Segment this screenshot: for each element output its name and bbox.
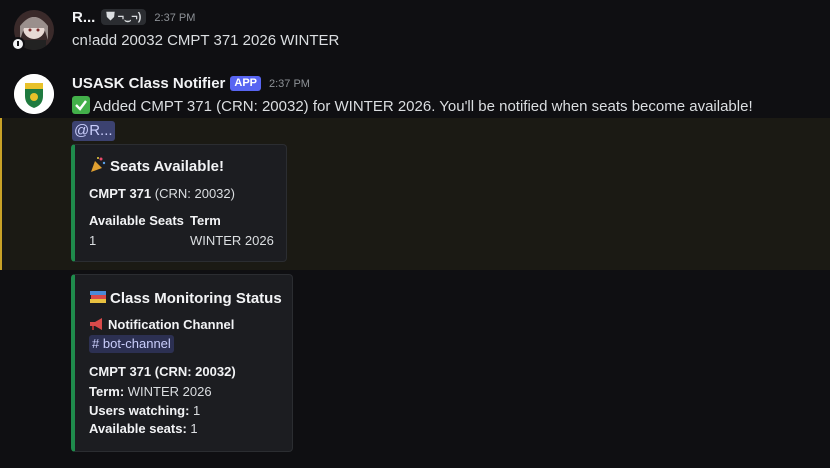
field-name-notification-channel: Notification Channel: [89, 316, 234, 332]
course-crn: (CRN: 20032): [154, 186, 235, 201]
status-seats-line: Available seats: 1: [89, 421, 198, 436]
hash-icon: #: [92, 336, 100, 351]
status-term-line: Term: WINTER 2026: [89, 384, 212, 399]
course-code: CMPT 371: [89, 186, 152, 201]
embed-title-text: Class Monitoring Status: [110, 290, 282, 307]
embed-title-text: Seats Available!: [110, 158, 224, 175]
term-label: Term:: [89, 384, 125, 399]
embed-course: CMPT 371 (CRN: 20032): [89, 186, 235, 201]
username[interactable]: R... ⛊ ¬‿¬) 2:37 PM: [72, 9, 195, 26]
field-name-text: Notification Channel: [108, 317, 235, 332]
message-bot: USASK Class Notifier APP 2:37 PM Added CMP…: [0, 70, 830, 120]
status-decoration: [11, 37, 25, 51]
message-user: R... ⛊ ¬‿¬) 2:37 PM cn!add 20032 CMPT 371 …: [0, 0, 830, 60]
term-value: WINTER 2026: [127, 384, 212, 399]
app-badge: APP: [230, 76, 261, 91]
username-text[interactable]: R...: [72, 9, 95, 26]
clan-tag[interactable]: ⛊ ¬‿¬): [101, 9, 147, 25]
field-value-available-seats: 1: [89, 233, 97, 248]
status-watching-line: Users watching: 1: [89, 403, 200, 418]
bot-message-text: Added CMPT 371 (CRN: 20032) for WINTER 2…: [72, 96, 753, 115]
field-name-available-seats: Available Seats: [89, 213, 184, 228]
seats-value: 1: [190, 421, 198, 436]
embed-title: Class Monitoring Status: [89, 288, 282, 307]
megaphone-icon: [89, 316, 105, 332]
field-name-term: Term: [190, 213, 221, 228]
party-popper-icon: [89, 156, 107, 174]
field-value-term: WINTER 2026: [190, 233, 274, 248]
watching-label: Users watching:: [89, 403, 190, 418]
channel-name[interactable]: bot-channel: [103, 336, 171, 351]
class-monitoring-embed: Class Monitoring Status Notification Cha…: [71, 274, 293, 452]
bot-username-text[interactable]: USASK Class Notifier: [72, 75, 225, 92]
bot-avatar[interactable]: [14, 74, 54, 114]
message-text: cn!add 20032 CMPT 371 2026 WINTER: [72, 32, 340, 49]
seats-label: Available seats:: [89, 421, 187, 436]
timestamp: 2:37 PM: [269, 78, 310, 90]
check-mark-icon: [72, 96, 90, 114]
books-icon: [89, 288, 107, 306]
bot-avatar-shield: [14, 74, 54, 114]
embed-title: Seats Available!: [89, 156, 224, 175]
watching-value: 1: [193, 403, 201, 418]
status-course-line: CMPT 371 (CRN: 20032): [89, 364, 236, 379]
seats-available-embed: Seats Available! CMPT 371 (CRN: 20032) A…: [71, 144, 287, 262]
timestamp: 2:37 PM: [154, 12, 196, 24]
bot-username[interactable]: USASK Class Notifier APP 2:37 PM: [72, 75, 310, 92]
bot-message-body: Added CMPT 371 (CRN: 20032) for WINTER 2…: [93, 98, 753, 115]
user-mention[interactable]: @R...: [72, 121, 115, 141]
channel-mention[interactable]: # bot-channel: [89, 335, 174, 353]
